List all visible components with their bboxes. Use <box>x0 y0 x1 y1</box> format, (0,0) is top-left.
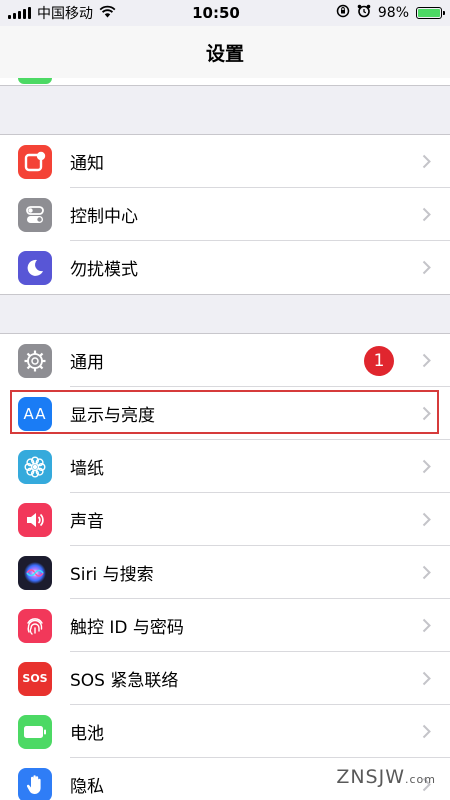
speaker-icon <box>18 502 52 537</box>
status-bar-left: 中国移动 <box>8 3 178 23</box>
settings-group-2: 通用 1 AA 显示与亮度 墙纸 声音 Siri 与搜索 触控 ID 与密码 S… <box>0 333 450 800</box>
siri-icon <box>18 555 52 590</box>
chevron-right-icon <box>416 512 436 527</box>
settings-row-label: 通用 <box>70 353 104 373</box>
notifications-icon <box>18 144 52 179</box>
chevron-right-icon <box>416 459 436 474</box>
settings-row-label: 墙纸 <box>70 459 104 479</box>
settings-row-notifications[interactable]: 通知 <box>0 135 450 188</box>
gear-icon <box>18 343 52 378</box>
status-bar: 中国移动 10:50 98% <box>0 0 450 26</box>
wallpaper-flower-icon <box>18 449 52 484</box>
settings-row-general[interactable]: 通用 1 <box>0 334 450 387</box>
settings-row-label: 显示与亮度 <box>70 406 155 426</box>
settings-row-label: Siri 与搜索 <box>70 565 154 585</box>
display-icon-text: AA <box>23 404 47 423</box>
settings-row-label: 控制中心 <box>70 207 138 227</box>
chevron-right-icon <box>416 406 436 421</box>
settings-row-touch-id[interactable]: 触控 ID 与密码 <box>0 599 450 652</box>
scrolled-row-peek <box>0 78 450 86</box>
notification-badge: 1 <box>364 345 394 376</box>
chevron-right-icon <box>416 207 436 222</box>
chevron-right-icon <box>416 724 436 739</box>
settings-row-label: 声音 <box>70 512 104 532</box>
settings-row-do-not-disturb[interactable]: 勿扰模式 <box>0 241 450 294</box>
settings-row-label: SOS 紧急联络 <box>70 671 179 691</box>
moon-icon <box>18 250 52 285</box>
chevron-right-icon <box>416 618 436 633</box>
watermark: ZNSJW.com <box>336 766 436 788</box>
settings-row-label: 勿扰模式 <box>70 260 138 280</box>
settings-row-display-brightness[interactable]: AA 显示与亮度 <box>0 387 450 440</box>
hand-icon <box>18 767 52 800</box>
settings-row-sounds[interactable]: 声音 <box>0 493 450 546</box>
settings-group-1: 通知 控制中心 勿扰模式 <box>0 134 450 295</box>
nav-bar: 设置 <box>0 26 450 78</box>
battery-icon <box>18 714 52 749</box>
chevron-right-icon <box>416 260 436 275</box>
wifi-icon <box>99 5 116 22</box>
settings-row-label: 通知 <box>70 154 104 174</box>
settings-row-battery[interactable]: 电池 <box>0 705 450 758</box>
partial-icon <box>18 78 52 84</box>
settings-row-wallpaper[interactable]: 墙纸 <box>0 440 450 493</box>
chevron-right-icon <box>416 154 436 169</box>
carrier-name: 中国移动 <box>37 6 93 22</box>
settings-row-label: 触控 ID 与密码 <box>70 618 184 638</box>
display-brightness-icon: AA <box>18 396 52 431</box>
signal-icon <box>8 7 31 19</box>
status-bar-right: 98% <box>272 4 445 22</box>
sos-icon-text: SOS <box>22 672 48 685</box>
fingerprint-icon <box>18 608 52 643</box>
settings-row-emergency-sos[interactable]: SOS SOS 紧急联络 <box>0 652 450 705</box>
alarm-icon <box>357 4 371 22</box>
battery-percent: 98% <box>377 5 409 21</box>
watermark-text: ZNSJW <box>336 766 405 788</box>
rotation-lock-icon <box>336 4 350 22</box>
battery-icon <box>416 7 445 19</box>
page-title: 设置 <box>205 42 244 65</box>
chevron-right-icon <box>416 353 436 368</box>
chevron-right-icon <box>416 671 436 686</box>
chevron-right-icon <box>416 565 436 580</box>
status-time: 10:50 <box>192 4 240 22</box>
settings-row-siri[interactable]: Siri 与搜索 <box>0 546 450 599</box>
watermark-suffix: .com <box>405 773 436 786</box>
settings-row-label: 电池 <box>70 724 104 744</box>
settings-row-control-center[interactable]: 控制中心 <box>0 188 450 241</box>
control-center-icon <box>18 197 52 232</box>
sos-icon: SOS <box>18 661 52 696</box>
